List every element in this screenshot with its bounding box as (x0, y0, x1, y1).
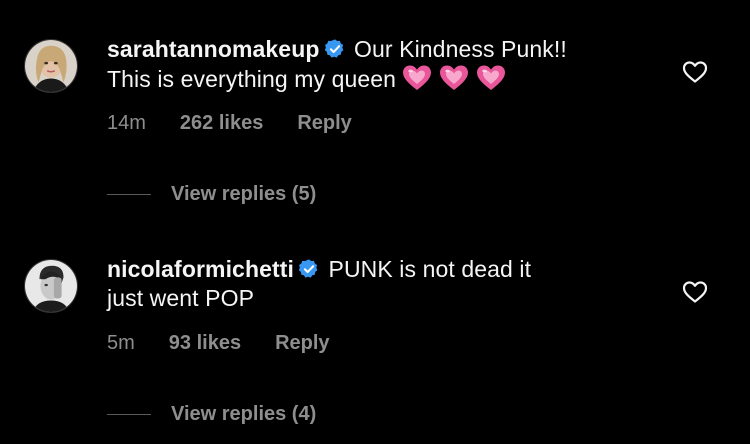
comment-item: sarahtannomakeup Our Kindness Punk!! Thi… (0, 0, 750, 222)
view-replies-button[interactable]: View replies (4) (107, 403, 316, 426)
view-replies-label: View replies (5) (171, 183, 317, 205)
comment-text: Our Kindness Punk!! (354, 36, 567, 62)
emoji-group (402, 64, 513, 99)
avatar[interactable] (24, 259, 78, 313)
username-link[interactable]: sarahtannomakeup (107, 36, 320, 62)
avatar[interactable] (24, 39, 78, 93)
heart-outline-icon[interactable] (682, 60, 708, 84)
avatar-image (25, 40, 77, 92)
comment-text: PUNK is not dead it (328, 256, 532, 282)
comment-body: sarahtannomakeup Our Kindness Punk!! Thi… (107, 35, 667, 99)
timestamp: 5m (107, 332, 135, 354)
reply-button[interactable]: Reply (275, 332, 329, 355)
username-link[interactable]: nicolaformichetti (107, 256, 294, 282)
avatar-image (25, 260, 77, 312)
comment-text-continued: just went POP (107, 285, 255, 311)
pink-heart-emoji-icon (440, 65, 469, 90)
comment-line-1: nicolaformichetti PUNK is not dead it (107, 255, 667, 284)
comment-line-2: just went POP (107, 284, 667, 313)
comment-item: nicolaformichetti PUNK is not dead it ju… (0, 222, 750, 444)
view-replies-label: View replies (4) (171, 403, 317, 425)
pink-heart-emoji-icon (403, 65, 432, 90)
reply-button[interactable]: Reply (297, 112, 351, 135)
verified-badge-icon (298, 259, 318, 278)
comment-meta: 5m 93 likes Reply (107, 332, 330, 355)
comment-meta: 14m 262 likes Reply (107, 112, 352, 135)
pink-heart-emoji-icon (477, 65, 506, 90)
comment-text-continued: This is everything my queen (107, 66, 397, 92)
comment-body: nicolaformichetti PUNK is not dead it ju… (107, 255, 667, 313)
comment-line-1: sarahtannomakeup Our Kindness Punk!! (107, 35, 667, 64)
timestamp: 14m (107, 112, 146, 134)
view-replies-button[interactable]: View replies (5) (107, 183, 316, 206)
verified-badge-icon (324, 39, 343, 58)
heart-outline-icon[interactable] (682, 280, 708, 304)
likes-count[interactable]: 93 likes (169, 332, 241, 355)
likes-count[interactable]: 262 likes (180, 112, 263, 135)
divider-line (107, 414, 151, 415)
comment-line-2: This is everything my queen (107, 64, 667, 99)
divider-line (107, 194, 151, 195)
